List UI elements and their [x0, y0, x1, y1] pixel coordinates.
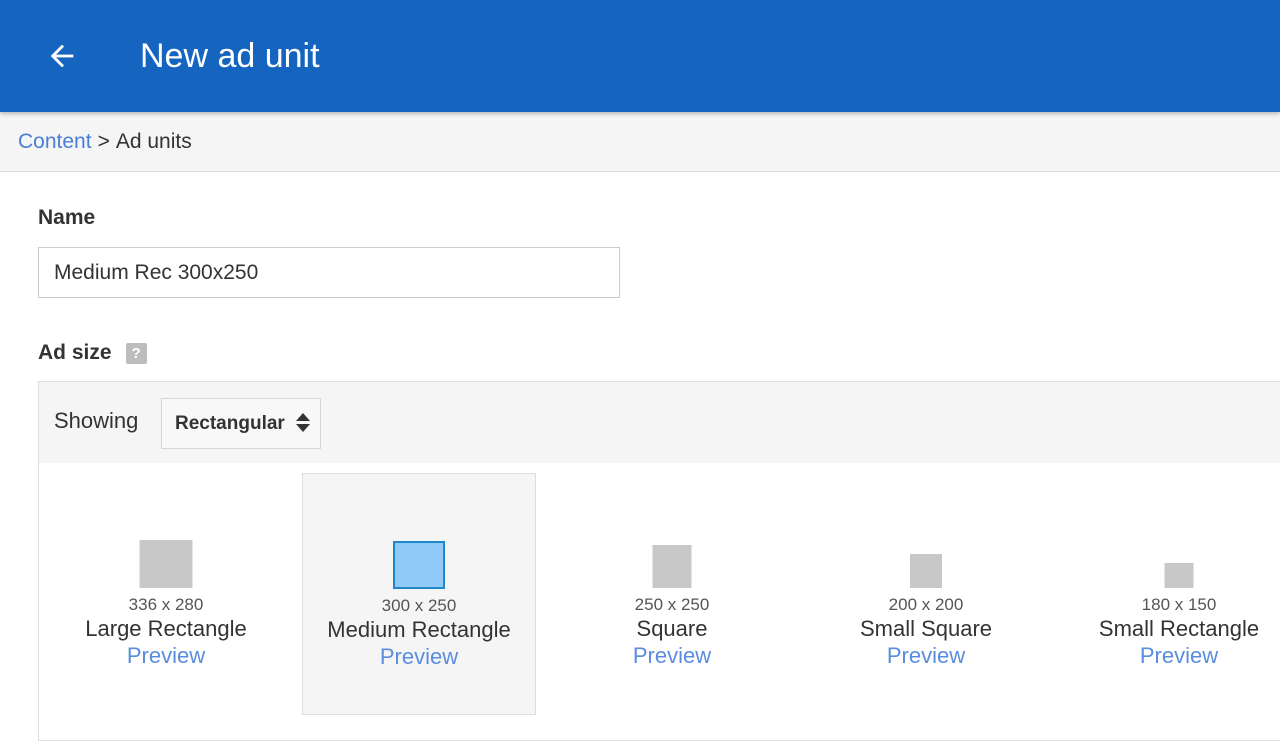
ad-size-thumbnail	[652, 545, 692, 588]
showing-label: Showing	[54, 408, 139, 433]
name-label: Name	[38, 206, 96, 229]
ad-size-thumbnail	[139, 540, 193, 588]
help-icon[interactable]: ?	[125, 342, 147, 364]
breadcrumb-separator: >	[97, 129, 110, 153]
breadcrumb: Content > Ad units	[0, 112, 1280, 172]
preview-link[interactable]: Preview	[555, 643, 789, 669]
preview-link[interactable]: Preview	[49, 643, 283, 669]
ad-size-thumbnail	[910, 554, 942, 588]
ad-size-dimensions: 180 x 150	[1141, 595, 1217, 614]
ad-size-name: Small Rectangle	[1098, 616, 1260, 641]
breadcrumb-current: Ad units	[115, 129, 192, 153]
preview-link[interactable]: Preview	[809, 643, 1043, 669]
ad-size-dimensions: 200 x 200	[888, 595, 964, 614]
name-input[interactable]	[38, 247, 620, 298]
ad-size-option-small-square[interactable]: 200 x 200 Small Square Preview	[809, 473, 1043, 715]
ad-size-name: Small Square	[859, 616, 993, 641]
filter-bar: Showing Rectangular	[39, 382, 1280, 463]
ad-size-name: Large Rectangle	[85, 616, 247, 641]
ad-size-panel: Showing Rectangular 336 x 280 Large Rect…	[38, 381, 1280, 741]
ad-size-option-square[interactable]: 250 x 250 Square Preview	[555, 473, 789, 715]
app-header: New ad unit	[0, 0, 1280, 112]
preview-link[interactable]: Preview	[1062, 643, 1280, 669]
back-button[interactable]	[40, 34, 84, 78]
page-title: New ad unit	[140, 37, 320, 75]
ad-size-label: Ad size	[38, 341, 112, 364]
arrow-back-icon	[50, 44, 74, 68]
ad-size-name: Square	[636, 616, 708, 641]
select-arrows-icon	[296, 413, 310, 432]
ad-size-thumbnail-selected	[393, 541, 445, 589]
ad-size-option-medium-rectangle[interactable]: 300 x 250 Medium Rectangle Preview	[302, 473, 536, 715]
breadcrumb-content-link[interactable]: Content	[18, 130, 92, 154]
size-filter-value: Rectangular	[175, 412, 285, 434]
ad-size-thumbnail	[1164, 563, 1194, 588]
ad-size-dimensions: 250 x 250	[634, 595, 710, 614]
ad-size-option-large-rectangle[interactable]: 336 x 280 Large Rectangle Preview	[49, 473, 283, 715]
preview-link[interactable]: Preview	[303, 644, 535, 670]
ad-size-label-row: Ad size ?	[38, 341, 147, 365]
ad-size-dimensions: 300 x 250	[381, 596, 457, 615]
ad-size-dimensions: 336 x 280	[128, 595, 204, 614]
size-filter-select[interactable]: Rectangular	[161, 398, 321, 449]
ad-size-option-small-rectangle[interactable]: 180 x 150 Small Rectangle Preview	[1062, 473, 1280, 715]
ad-size-name: Medium Rectangle	[327, 617, 511, 642]
